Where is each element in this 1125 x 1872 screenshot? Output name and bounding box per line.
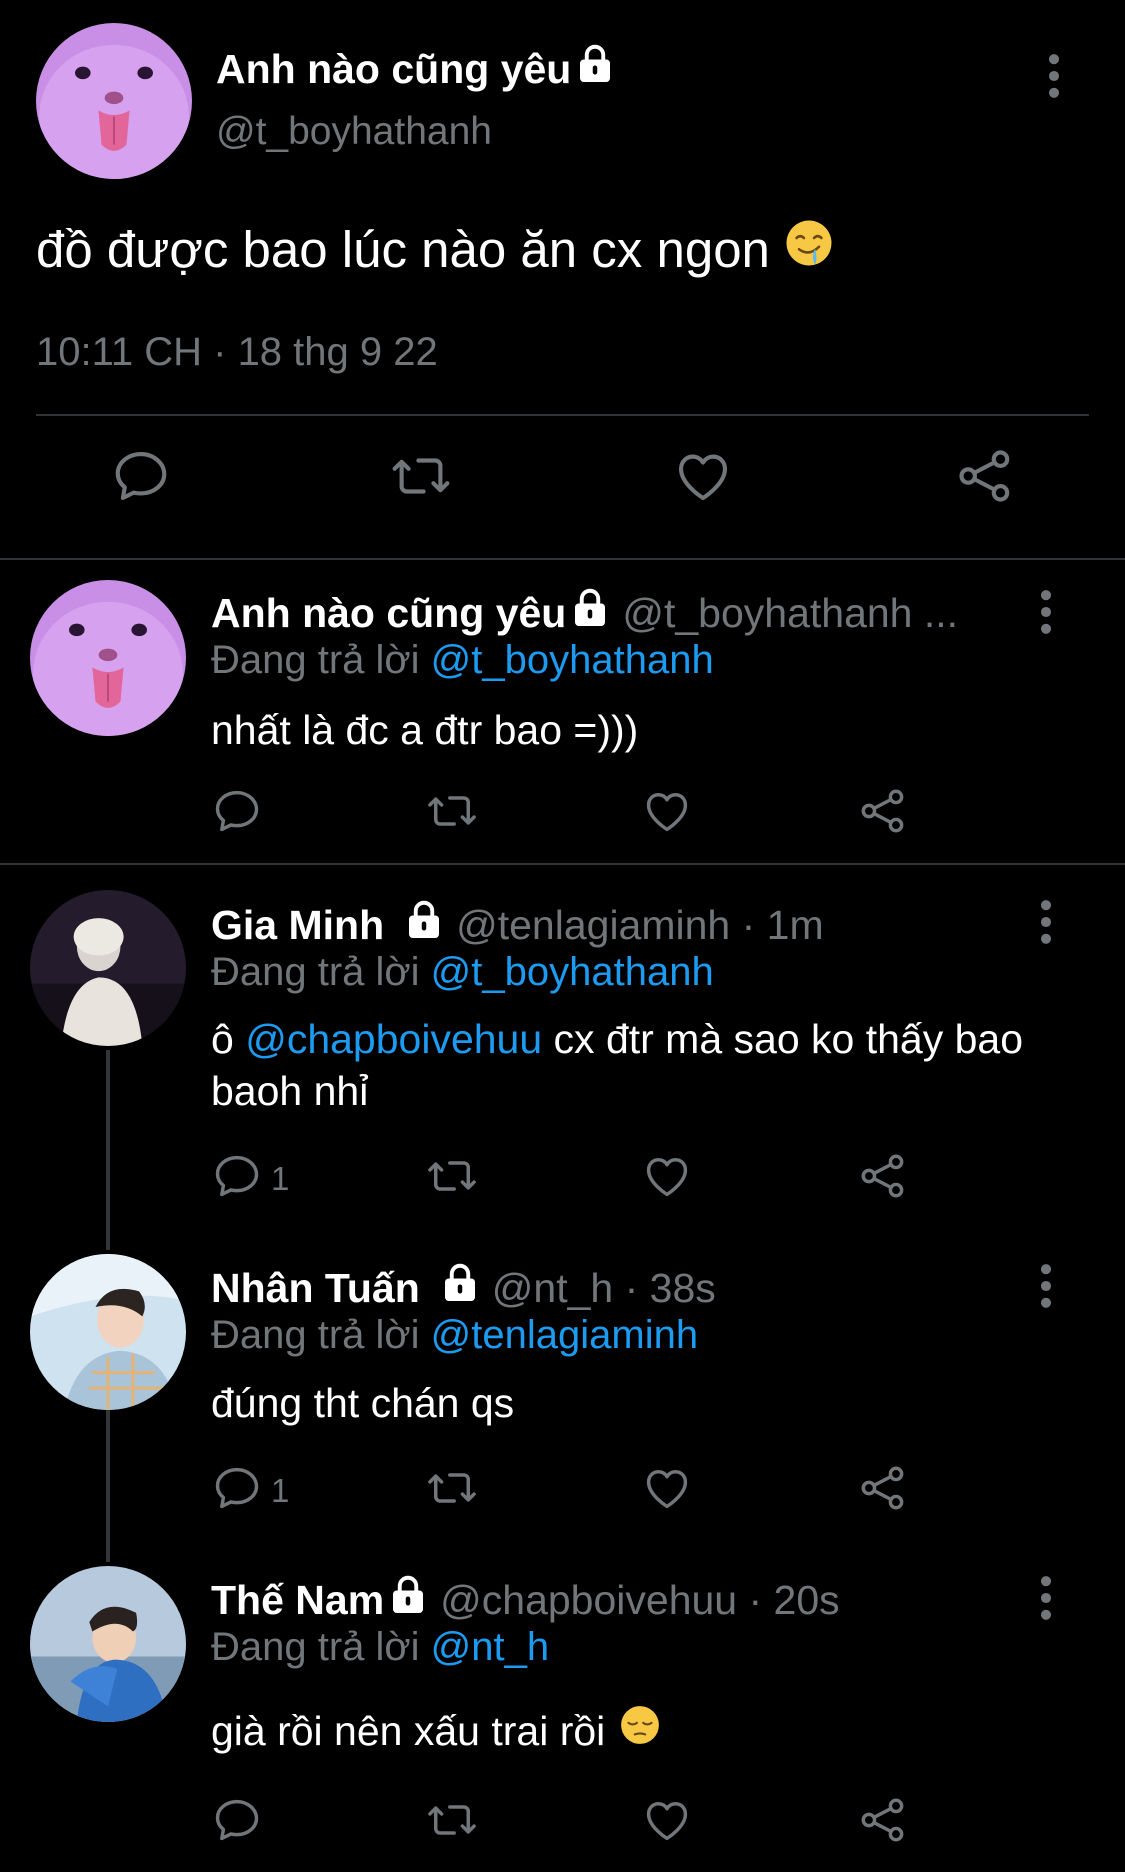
- main-tweet-handle[interactable]: @t_boyhathanh: [216, 110, 492, 154]
- like-icon[interactable]: [641, 785, 693, 837]
- reply-author-name[interactable]: Nhân Tuấn: [211, 1265, 420, 1312]
- main-tweet-text: đồ được bao lúc nào ăn cx ngon: [36, 218, 834, 280]
- lock-icon: [390, 1575, 426, 1625]
- thread-line: [106, 1410, 110, 1562]
- reply-actions: 1: [211, 1150, 911, 1210]
- replying-label: Đang trả lời: [211, 1625, 420, 1669]
- reply-header: Nhân Tuấn @nt_h · 38s: [211, 1263, 716, 1313]
- retweet-icon[interactable]: [426, 785, 478, 837]
- reply-text-pre: ô: [211, 1016, 246, 1062]
- reply-header: Gia Minh @tenlagiaminh · 1m: [211, 900, 824, 950]
- reply-icon[interactable]: [211, 1462, 263, 1519]
- reply-author-name[interactable]: Thế Nam: [211, 1577, 384, 1624]
- more-options-icon[interactable]: [1038, 898, 1054, 951]
- reply-author-handle[interactable]: @chapboivehuu · 20s: [440, 1577, 840, 1624]
- reply-icon[interactable]: [211, 1150, 263, 1207]
- reply-text: ô @chapboivehuu cx đtr mà sao ko thấy ba…: [211, 1013, 1031, 1117]
- reply-icon[interactable]: [110, 445, 172, 512]
- lock-icon: [572, 588, 608, 638]
- main-tweet-actions: [0, 445, 1125, 535]
- reply-button[interactable]: 1: [211, 1462, 289, 1519]
- divider: [36, 414, 1089, 416]
- reply-author-handle[interactable]: @nt_h · 38s: [492, 1265, 716, 1312]
- replying-label: Đang trả lời: [211, 638, 420, 682]
- replying-to-mention[interactable]: @nt_h: [431, 1625, 549, 1669]
- replying-to: Đang trả lời @t_boyhathanh: [211, 638, 714, 683]
- like-icon[interactable]: [641, 1150, 693, 1202]
- reply-actions: [211, 1794, 911, 1854]
- reply-text-mention[interactable]: @chapboivehuu: [245, 1016, 542, 1062]
- reply-icon[interactable]: [211, 1794, 263, 1846]
- share-icon[interactable]: [857, 785, 909, 837]
- more-options-icon[interactable]: [1038, 1262, 1054, 1315]
- more-options-icon[interactable]: [1038, 588, 1054, 641]
- replying-to: Đang trả lời @tenlagiaminh: [211, 1313, 698, 1358]
- like-icon[interactable]: [641, 1462, 693, 1514]
- replying-to-mention[interactable]: @t_boyhathanh: [431, 638, 714, 682]
- reply-avatar[interactable]: [30, 890, 186, 1046]
- reply-count: 1: [271, 1471, 290, 1509]
- reply-text: nhất là đc a đtr bao =))): [211, 707, 639, 753]
- reply-avatar[interactable]: [30, 1566, 186, 1722]
- reply-text-content: già rồi nên xấu trai rồi: [211, 1708, 606, 1754]
- reply-author-name[interactable]: Gia Minh: [211, 902, 384, 949]
- reply-avatar[interactable]: [30, 580, 186, 736]
- reply-author-handle[interactable]: @t_boyhathanh ...: [622, 590, 958, 637]
- replying-label: Đang trả lời: [211, 1313, 420, 1357]
- replying-to-mention[interactable]: @tenlagiaminh: [431, 1313, 698, 1357]
- reply-avatar[interactable]: [30, 1254, 186, 1410]
- more-options-icon[interactable]: [1046, 52, 1062, 105]
- lock-icon: [442, 1263, 478, 1313]
- main-tweet-timestamp[interactable]: 10:11 CH · 18 thg 9 22: [36, 330, 438, 375]
- share-icon[interactable]: [857, 1462, 909, 1514]
- thread-line: [106, 1050, 110, 1250]
- replying-to-mention[interactable]: @t_boyhathanh: [431, 950, 714, 994]
- share-icon[interactable]: [857, 1794, 909, 1846]
- reply-header: Anh nào cũng yêu @t_boyhathanh ...: [211, 588, 958, 638]
- retweet-icon[interactable]: [390, 445, 452, 512]
- main-tweet-text-content: đồ được bao lúc nào ăn cx ngon: [36, 220, 770, 278]
- main-tweet-author-name[interactable]: Anh nào cũng yêu: [216, 44, 613, 94]
- share-icon[interactable]: [857, 1150, 909, 1202]
- drooling-face-icon: [784, 218, 834, 280]
- section-divider: [0, 863, 1125, 865]
- retweet-icon[interactable]: [426, 1794, 478, 1846]
- reply-text: già rồi nên xấu trai rồi: [211, 1704, 1031, 1758]
- reply-actions: 1: [211, 1462, 911, 1522]
- reply-text: đúng tht chán qs: [211, 1380, 515, 1426]
- like-icon[interactable]: [672, 445, 734, 512]
- reply-actions: [211, 785, 911, 845]
- lock-icon: [406, 900, 442, 950]
- share-icon[interactable]: [954, 445, 1016, 512]
- reply-header: Thế Nam @chapboivehuu · 20s: [211, 1575, 840, 1625]
- like-icon[interactable]: [641, 1794, 693, 1846]
- reply-icon[interactable]: [211, 785, 263, 837]
- lock-icon: [577, 44, 613, 94]
- retweet-icon[interactable]: [426, 1150, 478, 1202]
- replying-to: Đang trả lời @nt_h: [211, 1625, 549, 1670]
- reply-author-handle[interactable]: @tenlagiaminh · 1m: [456, 902, 824, 949]
- replying-label: Đang trả lời: [211, 950, 420, 994]
- section-divider: [0, 558, 1125, 560]
- reply-count: 1: [271, 1159, 290, 1197]
- more-options-icon[interactable]: [1038, 1574, 1054, 1627]
- replying-to: Đang trả lời @t_boyhathanh: [211, 950, 714, 995]
- reply-button[interactable]: 1: [211, 1150, 289, 1207]
- main-tweet-avatar[interactable]: [36, 23, 192, 179]
- reply-author-name[interactable]: Anh nào cũng yêu: [211, 590, 566, 637]
- retweet-icon[interactable]: [426, 1462, 478, 1514]
- pensive-face-icon: [619, 1704, 661, 1758]
- author-name-text: Anh nào cũng yêu: [216, 45, 572, 92]
